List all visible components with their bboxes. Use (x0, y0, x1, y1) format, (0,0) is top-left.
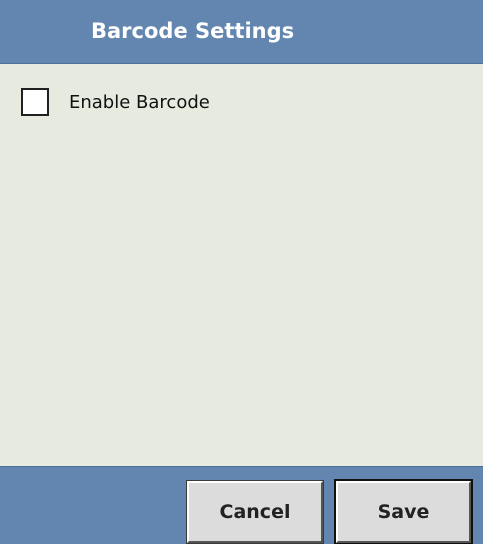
window-left-edge (0, 64, 4, 464)
title-bar: Barcode Settings (0, 0, 483, 64)
enable-barcode-checkbox[interactable] (21, 88, 49, 116)
cancel-button[interactable]: Cancel (186, 480, 324, 544)
save-button[interactable]: Save (334, 479, 473, 544)
enable-barcode-option[interactable]: Enable Barcode (21, 86, 210, 118)
barcode-settings-window: Barcode Settings Enable Barcode Cancel S… (0, 0, 483, 544)
enable-barcode-label[interactable]: Enable Barcode (69, 92, 210, 113)
button-bar: Cancel Save (0, 466, 483, 544)
window-title: Barcode Settings (91, 19, 295, 43)
settings-content (0, 64, 483, 466)
